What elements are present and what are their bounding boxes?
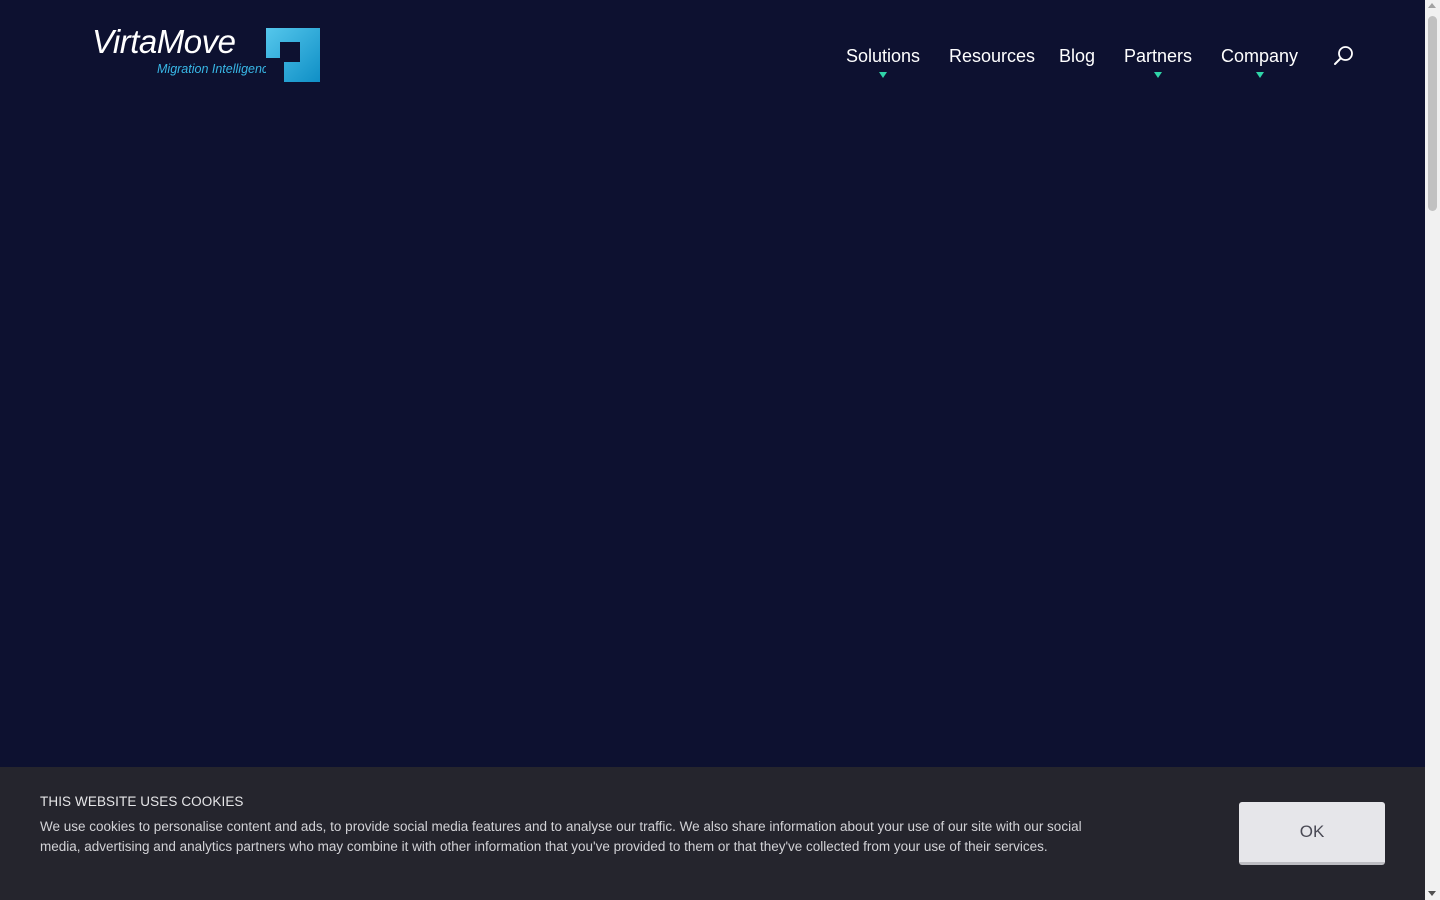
nav-item-label: Blog	[1059, 46, 1096, 66]
nav-item-blog[interactable]: Blog	[1059, 44, 1095, 68]
cookie-text: We use cookies to personalise content an…	[40, 819, 1082, 854]
search-button[interactable]	[1332, 44, 1356, 68]
dropdown-caret-icon	[1255, 72, 1264, 78]
dropdown-caret-icon	[1154, 72, 1163, 78]
nav-item-company[interactable]: Company	[1221, 44, 1299, 78]
cookie-ok-button[interactable]: OK	[1239, 802, 1385, 865]
dropdown-caret-icon	[879, 72, 888, 78]
logo-tagline: Migration Intelligence	[157, 62, 276, 76]
cookie-title: THIS WEBSITE USES COOKIES	[40, 794, 244, 809]
page: VirtaMove Migration Intelligence Solutio…	[0, 0, 1425, 900]
nav-item-label: Resources	[949, 46, 1036, 66]
nav-item-label: Solutions	[846, 46, 921, 66]
nav-item-label: Partners	[1124, 46, 1193, 66]
logo-link[interactable]: VirtaMove Migration Intelligence	[92, 24, 322, 84]
scroll-down-arrow-icon[interactable]	[1428, 891, 1436, 896]
logo-mark-icon	[266, 28, 320, 82]
scrollbar-thumb[interactable]	[1428, 16, 1437, 211]
nav-item-solutions[interactable]: Solutions	[846, 44, 921, 78]
nav-item-resources[interactable]: Resources	[949, 44, 1035, 68]
scroll-up-arrow-icon[interactable]	[1428, 3, 1436, 8]
nav-item-label: Company	[1221, 46, 1299, 66]
search-icon	[1334, 46, 1353, 65]
logo-wordmark: VirtaMove	[92, 23, 236, 60]
cookie-banner: THIS WEBSITE USES COOKIES We use cookies…	[0, 767, 1425, 900]
nav-item-partners[interactable]: Partners	[1124, 44, 1193, 78]
vertical-scrollbar[interactable]	[1425, 0, 1440, 900]
